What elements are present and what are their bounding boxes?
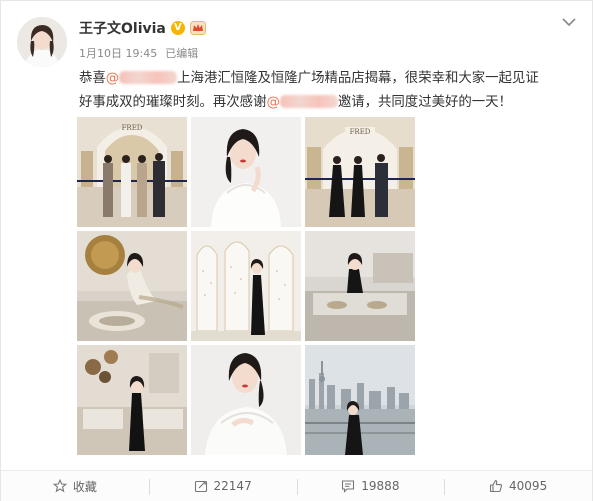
photo-thumbnail[interactable]: FRED bbox=[77, 117, 187, 227]
avatar[interactable] bbox=[17, 17, 67, 67]
like-count: 40095 bbox=[509, 479, 548, 493]
photo-thumbnail[interactable] bbox=[191, 117, 301, 227]
repost-button[interactable]: 22147 bbox=[148, 471, 297, 501]
photo-thumbnail[interactable] bbox=[77, 345, 187, 455]
photo-thumbnail[interactable]: FRED bbox=[305, 117, 415, 227]
photo-grid: FRED FRED bbox=[77, 117, 415, 455]
photo-thumbnail[interactable] bbox=[305, 231, 415, 341]
post-meta: 1月10日 19:45 已编辑 bbox=[79, 45, 198, 61]
comment-button[interactable]: 19888 bbox=[296, 471, 445, 501]
post-text-line1: 上海港汇恒隆及恒隆广场精品店揭幕，很荣幸和大家一起见证 bbox=[177, 71, 539, 86]
at-symbol: @ bbox=[266, 95, 280, 110]
verified-badge-icon: V bbox=[170, 21, 185, 35]
action-bar: 收藏 22147 19888 40095 bbox=[1, 470, 592, 501]
thumbs-up-icon bbox=[489, 479, 503, 493]
repost-count: 22147 bbox=[213, 479, 252, 493]
blurred-mention bbox=[119, 71, 178, 84]
photo-thumbnail[interactable] bbox=[191, 231, 301, 341]
weibo-post-card: 王子文Olivia V 1月10日 19:45 已编辑 恭喜@ 上海港汇恒隆及恒隆… bbox=[0, 0, 593, 501]
edited-label: 已编辑 bbox=[165, 47, 199, 60]
post-text-line2: 好事成双的璀璨时刻。再次感谢 bbox=[79, 95, 267, 110]
photo-thumbnail[interactable] bbox=[191, 345, 301, 455]
favorite-button[interactable]: 收藏 bbox=[1, 471, 149, 501]
repost-icon bbox=[194, 480, 207, 493]
post-text: 恭喜@ 上海港汇恒隆及恒隆广场精品店揭幕，很荣幸和大家一起见证 好事成双的璀璨时刻… bbox=[79, 67, 569, 115]
favorite-label: 收藏 bbox=[72, 479, 97, 494]
at-symbol: @ bbox=[105, 71, 120, 86]
star-icon bbox=[52, 479, 67, 493]
mention-link[interactable]: @ bbox=[266, 95, 338, 110]
blurred-mention bbox=[279, 95, 338, 108]
comment-count: 19888 bbox=[361, 479, 400, 493]
crown-icon bbox=[189, 21, 206, 35]
store-sign-text: FRED bbox=[350, 128, 371, 136]
photo-thumbnail[interactable] bbox=[77, 231, 187, 341]
mention-link[interactable]: @ bbox=[105, 71, 178, 86]
post-text-line2-suffix: 邀请，共同度过美好的一天！ bbox=[337, 95, 512, 110]
user-info-row: 王子文Olivia V bbox=[79, 18, 206, 38]
post-date[interactable]: 1月10日 19:45 bbox=[79, 45, 157, 61]
comment-icon bbox=[342, 480, 355, 493]
photo-thumbnail[interactable] bbox=[305, 345, 415, 455]
store-sign-text: FRED bbox=[122, 124, 143, 132]
post-text-prefix: 恭喜 bbox=[79, 71, 106, 86]
chevron-down-icon[interactable] bbox=[562, 17, 576, 27]
like-button[interactable]: 40095 bbox=[444, 471, 592, 501]
username[interactable]: 王子文Olivia bbox=[79, 18, 166, 38]
